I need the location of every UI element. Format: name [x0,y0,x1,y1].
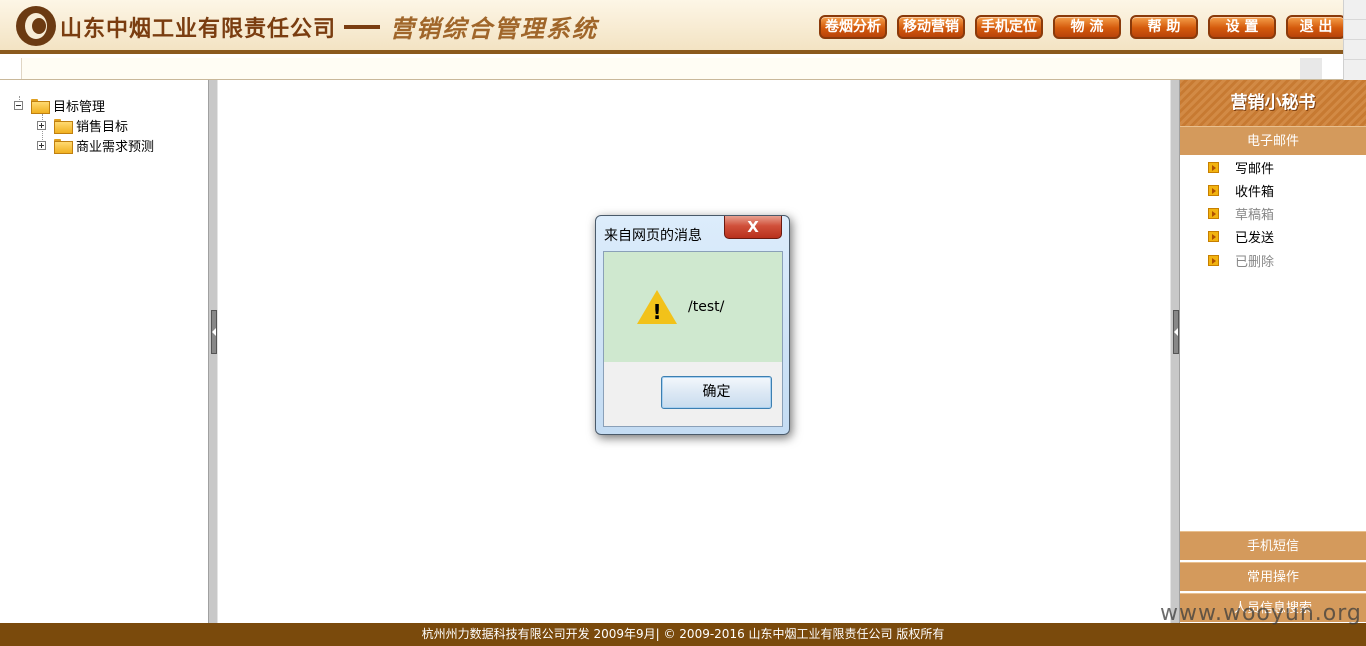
arrow-right-icon [1208,254,1219,266]
mail-item-label[interactable]: 已删除 [1235,251,1274,270]
collapse-right-handle[interactable] [1173,310,1179,354]
nav-mobile-marketing-button[interactable]: 移动营销 [897,15,965,39]
company-name: 山东中烟工业有限责任公司 [60,17,337,42]
expand-icon[interactable] [37,120,46,130]
arrow-right-icon [1208,184,1219,196]
footer-copyright: 杭州州力数据科技有限公司开发 2009年9月| © 2009-2016 山东中烟… [0,623,1366,646]
arrow-right-icon [1208,230,1219,242]
email-section-header[interactable]: 电子邮件 [1180,126,1366,155]
strip-left-cell [0,58,22,79]
alert-dialog: 来自网页的消息 X ! /test/ 确定 [595,215,790,435]
nav-phone-location-button[interactable]: 手机定位 [975,15,1043,39]
mail-item-deleted[interactable]: 已删除 [1208,251,1274,270]
strip-right-cell [1300,58,1322,79]
system-name: 营销综合管理系统 [390,15,598,43]
expand-icon[interactable] [37,140,46,150]
window-scrollbar[interactable] [1343,0,1366,80]
dialog-message: /test/ [688,299,725,315]
secretary-panel: 营销小秘书 电子邮件 写邮件 收件箱 草稿箱 已发送 已删除 手机短信 常用操作… [1180,80,1366,623]
tree-node-label[interactable]: 目标管理 [53,96,105,115]
tree-node-label[interactable]: 销售目标 [76,116,128,135]
header-bar: 山东中烟工业有限责任公司 营销综合管理系统 卷烟分析 移动营销 手机定位 物 流… [0,0,1366,54]
secretary-title: 营销小秘书 [1180,80,1366,126]
dialog-title: 来自网页的消息 [604,228,702,244]
nav-settings-button[interactable]: 设 置 [1208,15,1276,39]
collapse-icon[interactable] [14,100,23,110]
tree-node-demand-forecast[interactable]: 商业需求预测 [37,136,154,155]
mail-item-label[interactable]: 已发送 [1235,227,1274,246]
mail-item-sent[interactable]: 已发送 [1208,227,1274,246]
left-splitter[interactable] [208,80,218,623]
nav-help-button[interactable]: 帮 助 [1130,15,1198,39]
nav-logistics-button[interactable]: 物 流 [1053,15,1121,39]
nav-logout-button[interactable]: 退 出 [1286,15,1346,39]
site-watermark: www.wooyun.org [1160,601,1362,626]
tree-node-sales-target[interactable]: 销售目标 [37,116,128,135]
dialog-message-area: ! /test/ [604,252,782,362]
sms-section-header[interactable]: 手机短信 [1180,531,1366,560]
folder-open-icon [31,98,50,114]
common-ops-section-header[interactable]: 常用操作 [1180,562,1366,591]
mail-item-label[interactable]: 收件箱 [1235,181,1274,200]
arrow-right-icon [1208,161,1219,173]
company-logo [16,6,56,46]
dialog-body: ! /test/ 确定 [603,251,783,427]
toolbar-strip [0,58,1366,80]
mail-item-drafts[interactable]: 草稿箱 [1208,204,1274,223]
nav-cigarette-analysis-button[interactable]: 卷烟分析 [819,15,887,39]
right-splitter[interactable] [1170,80,1180,623]
mail-item-label[interactable]: 草稿箱 [1235,204,1274,223]
mail-item-compose[interactable]: 写邮件 [1208,158,1274,177]
arrow-right-icon [1208,207,1219,219]
dialog-close-button[interactable]: X [724,216,782,239]
strip-field [22,58,1300,79]
tree-node-label[interactable]: 商业需求预测 [76,136,154,155]
tree-node-root[interactable]: 目标管理 [14,96,105,115]
dialog-ok-button[interactable]: 确定 [661,376,772,409]
collapse-left-handle[interactable] [211,310,217,354]
left-tree-panel: 目标管理 销售目标 商业需求预测 [0,80,208,623]
mail-item-inbox[interactable]: 收件箱 [1208,181,1274,200]
mail-item-label[interactable]: 写邮件 [1235,158,1274,177]
title-dash [344,25,380,29]
folder-icon [54,138,73,154]
warning-exclamation: ! [652,300,662,324]
folder-icon [54,118,73,134]
